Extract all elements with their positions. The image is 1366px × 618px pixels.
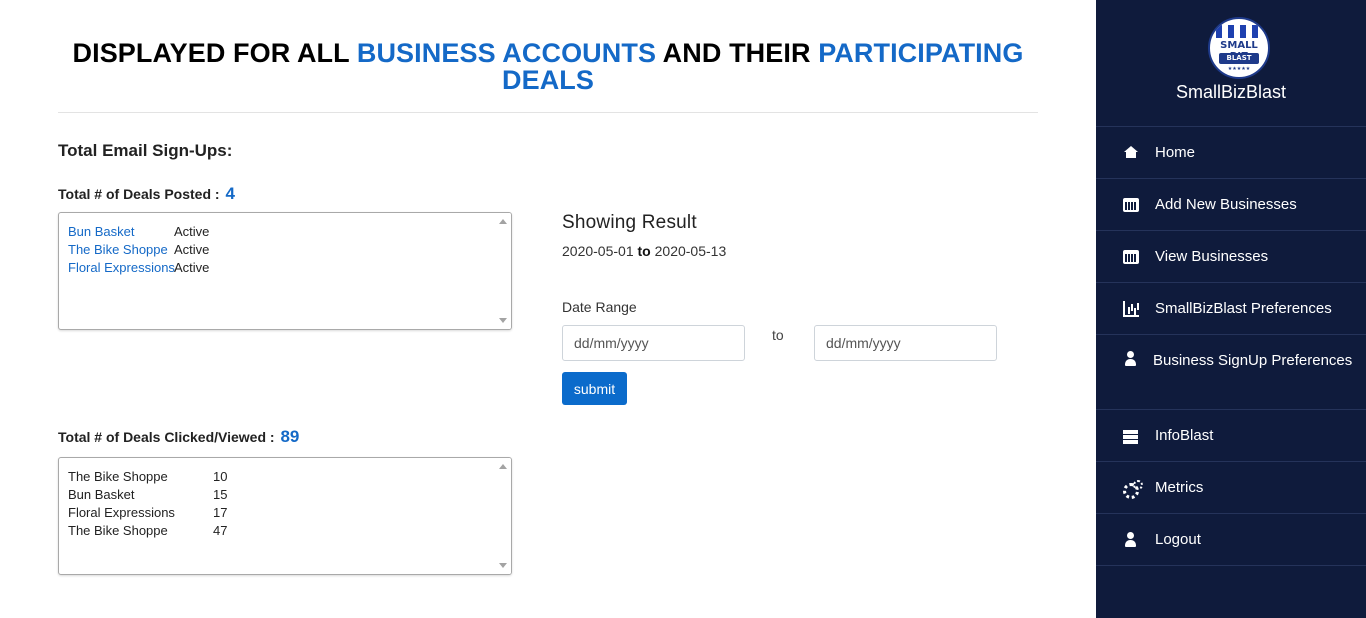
- sidebar-item-label: Metrics: [1155, 479, 1204, 496]
- title-highlight-business-accounts: BUSINESS ACCOUNTS: [356, 38, 657, 68]
- logo-text-line2: BLAST: [1226, 54, 1252, 62]
- sidebar-item-view-businesses[interactable]: View Businesses: [1096, 231, 1366, 283]
- deal-name-link[interactable]: The Bike Shoppe: [68, 241, 174, 259]
- sidebar-item-label: Add New Businesses: [1155, 196, 1297, 213]
- sidebar-item-label: Business SignUp Preferences: [1153, 352, 1353, 369]
- sidebar-item-logout[interactable]: Logout: [1096, 514, 1366, 566]
- deals-posted-label: Total # of Deals Posted : 4: [58, 184, 235, 204]
- title-part-2: AND THEIR: [656, 38, 819, 68]
- cogs-icon: [1123, 479, 1143, 499]
- deal-name: The Bike Shoppe: [68, 523, 168, 538]
- deal-name: Floral Expressions: [68, 505, 175, 520]
- server-icon: [1123, 428, 1139, 444]
- deals-posted-text: Total # of Deals Posted :: [58, 186, 220, 202]
- scroll-down-arrow-icon[interactable]: [499, 318, 507, 323]
- scroll-down-arrow-icon[interactable]: [499, 563, 507, 568]
- deals-clicked-list[interactable]: The Bike Shoppe 10 Bun Basket 15 Floral …: [58, 457, 512, 575]
- list-item[interactable]: The Bike Shoppe 10: [68, 468, 511, 486]
- list-item[interactable]: The Bike Shoppe 47: [68, 522, 511, 540]
- list-item[interactable]: Bun Basket 15: [68, 486, 511, 504]
- deal-name-link[interactable]: Floral Expressions: [68, 259, 175, 277]
- result-date-range: 2020-05-01 to 2020-05-13: [562, 243, 726, 259]
- scroll-up-arrow-icon[interactable]: [499, 464, 507, 469]
- deals-clicked-label: Total # of Deals Clicked/Viewed : 89: [58, 427, 299, 447]
- sidebar: SMALL BIZ BLAST ★★★★★ SmallBizBlast Home…: [1096, 0, 1366, 618]
- date-range-to-label: to: [772, 327, 784, 343]
- list-scrollbar[interactable]: [494, 458, 511, 574]
- deals-clicked-count: 89: [280, 427, 300, 446]
- deal-status: Active: [174, 260, 210, 275]
- list-item[interactable]: Floral Expressions 17: [68, 504, 511, 522]
- deal-name: The Bike Shoppe: [68, 469, 168, 484]
- deal-click-count: 17: [213, 505, 228, 520]
- deal-status: Active: [174, 242, 210, 257]
- start-date-input[interactable]: [562, 325, 745, 361]
- date-range-label: Date Range: [562, 299, 637, 315]
- deal-click-count: 47: [213, 523, 228, 538]
- sidebar-item-label: Home: [1155, 144, 1196, 161]
- list-item[interactable]: The Bike Shoppe Active: [68, 241, 511, 259]
- deals-posted-count: 4: [225, 184, 235, 203]
- sidebar-item-add-new-businesses[interactable]: Add New Businesses: [1096, 179, 1366, 231]
- sidebar-item-metrics[interactable]: Metrics: [1096, 462, 1366, 514]
- deals-clicked-text: Total # of Deals Clicked/Viewed :: [58, 429, 275, 445]
- sidebar-nav: Home Add New Businesses View Businesses …: [1096, 126, 1366, 566]
- logo-stars: ★★★★★: [1227, 66, 1251, 72]
- sidebar-item-smallbizblast-preferences[interactable]: SmallBizBlast Preferences: [1096, 283, 1366, 335]
- list-item[interactable]: Floral Expressions Active: [68, 259, 511, 277]
- calendar-icon: [1123, 197, 1139, 212]
- sidebar-item-label: View Businesses: [1155, 248, 1269, 265]
- deal-status: Active: [174, 224, 210, 239]
- bar-chart-icon: [1123, 300, 1139, 317]
- sidebar-item-label: SmallBizBlast Preferences: [1155, 300, 1332, 317]
- list-scrollbar[interactable]: [494, 213, 511, 329]
- deal-name-link[interactable]: Bun Basket: [68, 223, 174, 241]
- page-title: DISPLAYED FOR ALL BUSINESS ACCOUNTS AND …: [58, 40, 1038, 94]
- result-to-word: to: [637, 243, 651, 259]
- sidebar-item-business-signup-preferences[interactable]: Business SignUp Preferences: [1096, 335, 1366, 410]
- sidebar-item-label: Logout: [1155, 531, 1201, 548]
- main-content: DISPLAYED FOR ALL BUSINESS ACCOUNTS AND …: [0, 0, 1096, 618]
- deal-click-count: 15: [213, 487, 228, 502]
- title-part-1: DISPLAYED FOR ALL: [72, 38, 357, 68]
- logo-awning: [1216, 25, 1264, 38]
- sidebar-item-home[interactable]: Home: [1096, 127, 1366, 179]
- brand-name: SmallBizBlast: [1175, 82, 1287, 102]
- scroll-up-arrow-icon[interactable]: [499, 219, 507, 224]
- submit-button[interactable]: submit: [562, 372, 627, 405]
- smallbizblast-logo[interactable]: SMALL BIZ BLAST ★★★★★: [1208, 17, 1270, 79]
- end-date-input[interactable]: [814, 325, 997, 361]
- result-end-date: 2020-05-13: [654, 243, 727, 259]
- sidebar-item-label-wrap: Business SignUp Preferences: [1123, 349, 1352, 372]
- showing-result-title: Showing Result: [562, 212, 697, 233]
- title-divider: [58, 112, 1038, 113]
- email-signups-heading: Total Email Sign-Ups:: [58, 141, 233, 160]
- sidebar-item-label: InfoBlast: [1155, 427, 1214, 444]
- deals-posted-list[interactable]: Bun Basket Active The Bike Shoppe Active…: [58, 212, 512, 330]
- deal-click-count: 10: [213, 469, 228, 484]
- deal-name: Bun Basket: [68, 487, 135, 502]
- user-icon: [1123, 351, 1139, 367]
- user-icon: [1123, 531, 1139, 548]
- result-start-date: 2020-05-01: [562, 243, 634, 259]
- list-item[interactable]: Bun Basket Active: [68, 223, 511, 241]
- home-icon: [1123, 145, 1139, 161]
- calendar-icon: [1123, 249, 1139, 264]
- sidebar-item-infoblast[interactable]: InfoBlast: [1096, 410, 1366, 462]
